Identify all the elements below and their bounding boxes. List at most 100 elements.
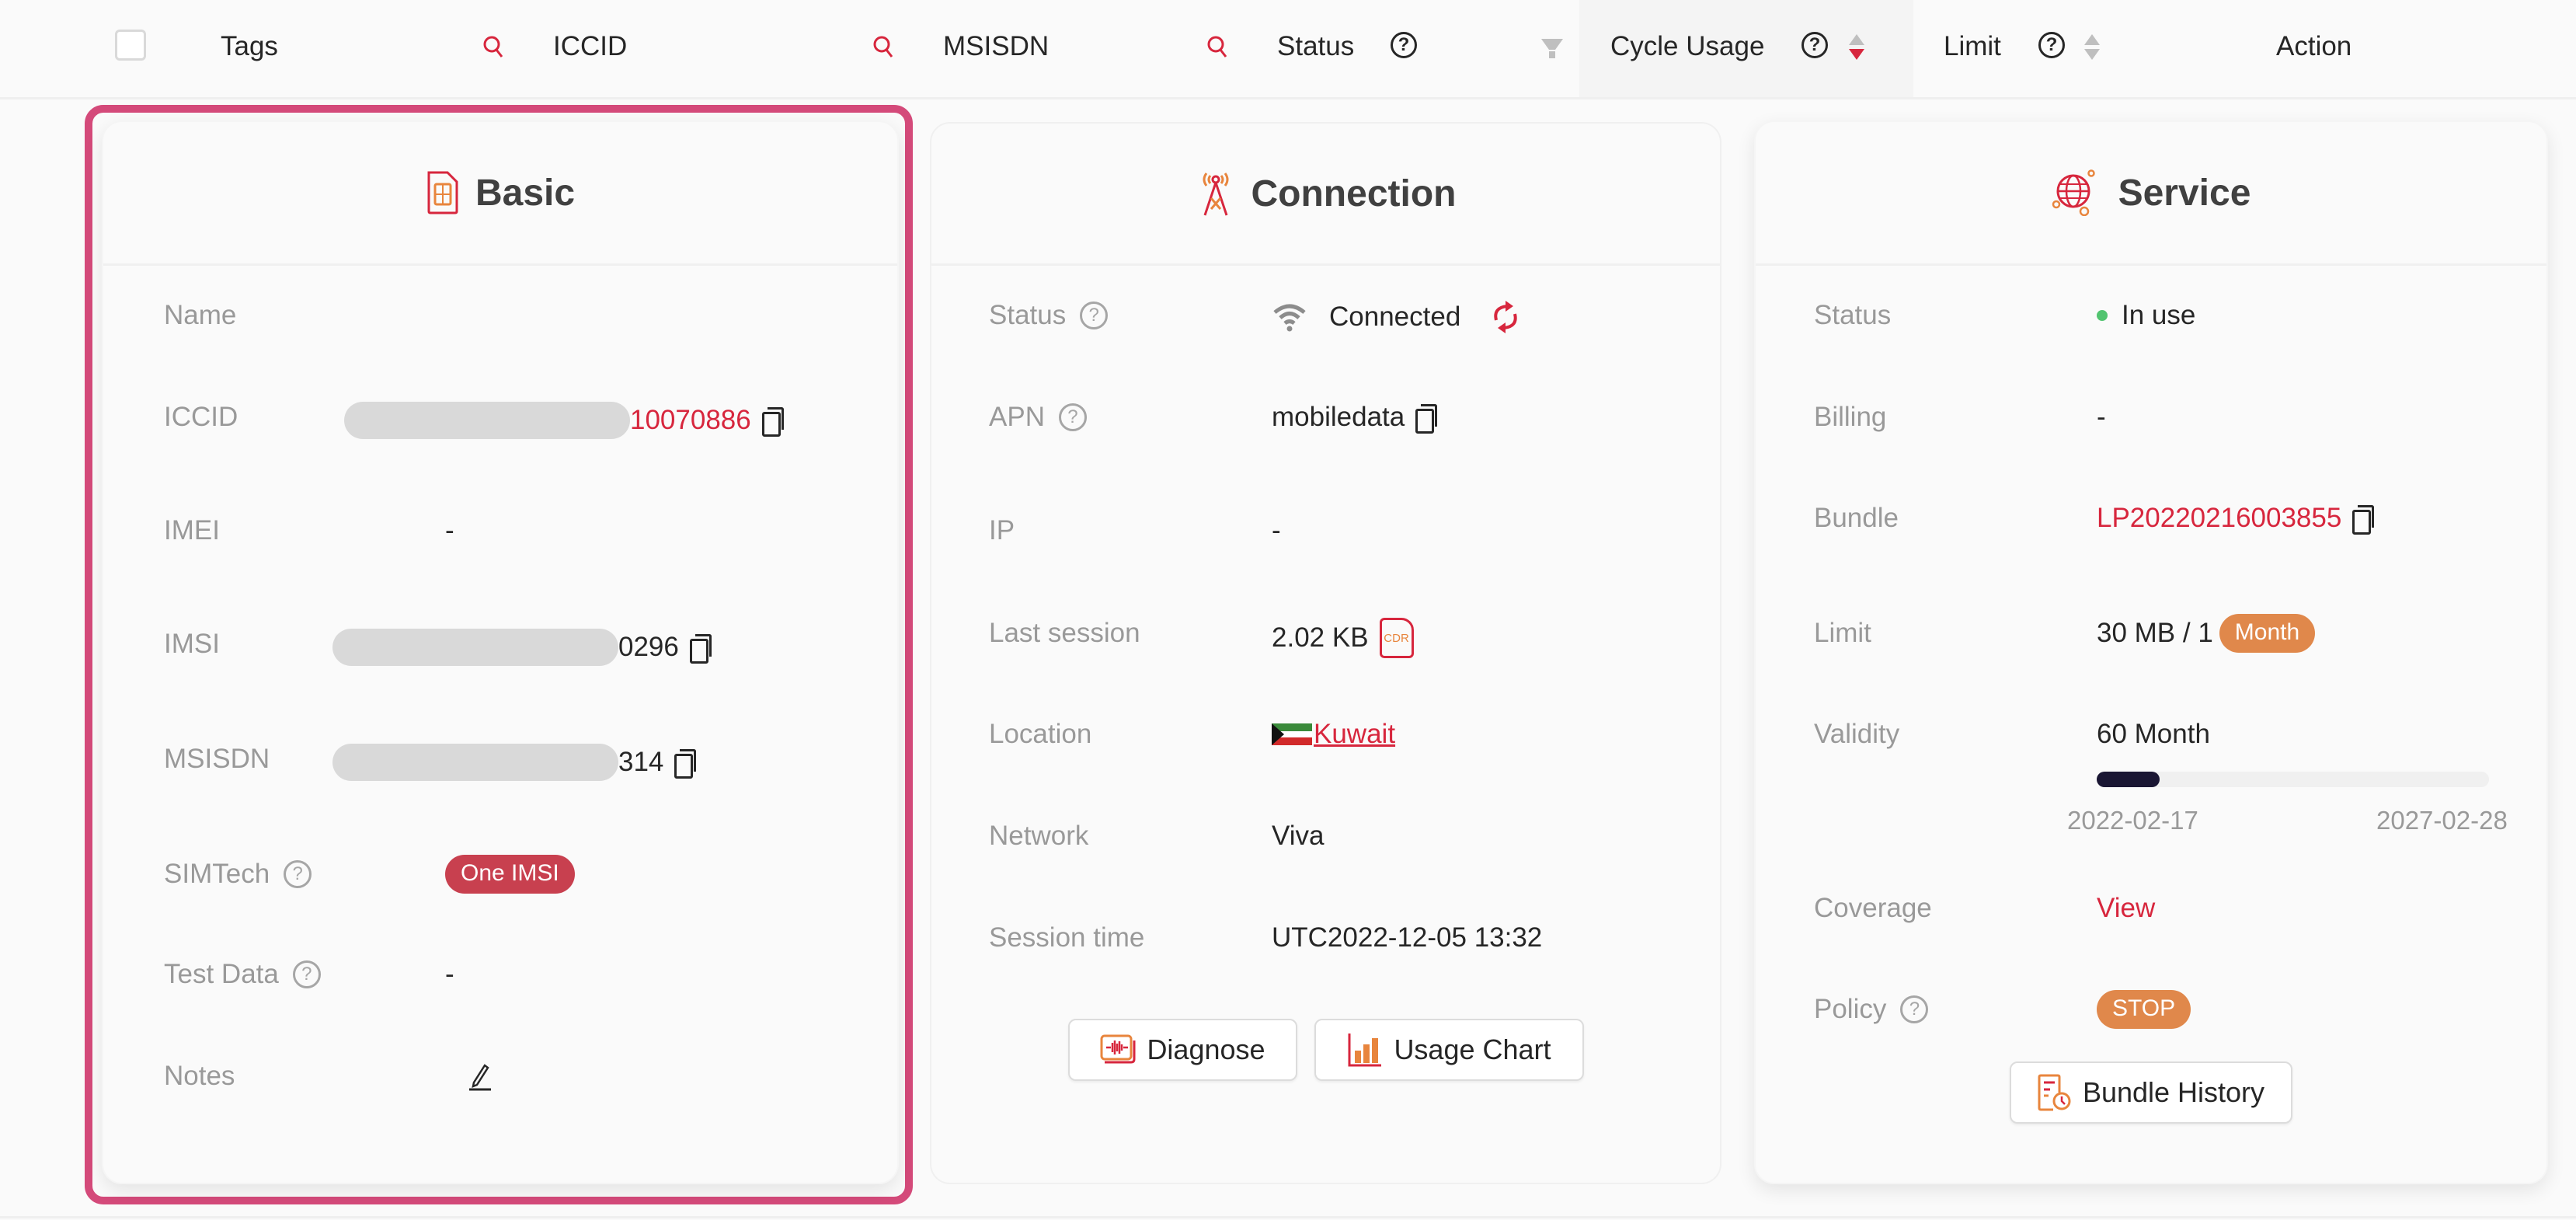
copy-icon[interactable] <box>1415 404 1438 434</box>
service-status-label: Status <box>1814 300 1892 330</box>
copy-icon[interactable] <box>674 749 697 779</box>
bundle-label: Bundle <box>1814 503 1899 533</box>
validity-start-date: 2022-02-17 <box>2067 806 2198 835</box>
cell-tower-icon <box>1203 173 1228 216</box>
search-icon[interactable] <box>870 33 898 61</box>
copy-icon[interactable] <box>689 634 712 664</box>
help-icon[interactable]: ? <box>292 960 321 988</box>
iccid-value: 10070886 <box>344 402 784 439</box>
location-label: Location <box>989 719 1092 749</box>
test-data-value: - <box>445 959 454 989</box>
validity-label: Validity <box>1814 719 1900 749</box>
imsi-value: 0296 <box>332 629 712 666</box>
simtech-value: One IMSI <box>445 855 575 894</box>
masked-value <box>332 629 618 666</box>
sort-icon[interactable] <box>1849 34 1866 62</box>
apn-text: mobiledata <box>1272 402 1405 432</box>
help-icon[interactable]: ? <box>1391 32 1417 58</box>
simtech-label-text: SIMTech <box>164 859 270 889</box>
session-time-label: Session time <box>989 922 1145 953</box>
sim-card-icon <box>427 171 458 214</box>
filter-icon[interactable] <box>1538 36 1566 64</box>
ip-value: - <box>1272 515 1281 546</box>
location-link[interactable]: Kuwait <box>1314 719 1395 750</box>
coverage-label: Coverage <box>1814 893 1932 923</box>
column-iccid[interactable]: ICCID <box>553 31 627 62</box>
column-action: Action <box>2276 31 2352 61</box>
help-icon[interactable]: ? <box>284 860 312 888</box>
column-limit[interactable]: Limit <box>1944 31 2001 62</box>
bundle-link[interactable]: LP20220216003855 <box>2097 503 2341 534</box>
edit-pencil-icon[interactable] <box>466 1061 494 1092</box>
connection-status-value: Connected <box>1272 300 1521 334</box>
limit-label: Limit <box>1814 618 1871 648</box>
limit-text: 30 MB / 1 <box>2097 618 2213 648</box>
policy-label-text: Policy <box>1814 994 1887 1024</box>
copy-icon[interactable] <box>761 407 784 437</box>
basic-card-header: Basic <box>103 122 897 266</box>
copy-icon[interactable] <box>2352 505 2375 535</box>
simtech-badge: One IMSI <box>445 855 575 894</box>
diagnose-button-label: Diagnose <box>1147 1034 1265 1065</box>
billing-label: Billing <box>1814 402 1887 432</box>
coverage-view-link[interactable]: View <box>2097 893 2155 924</box>
bundle-value: LP20220216003855 <box>2097 503 2375 535</box>
wifi-icon <box>1273 304 1306 332</box>
bundle-history-button[interactable]: Bundle History <box>2010 1061 2292 1124</box>
iccid-link[interactable]: 10070886 <box>630 405 751 436</box>
card-title: Service <box>2118 172 2251 214</box>
masked-value <box>344 402 630 439</box>
billing-value: - <box>2097 402 2106 432</box>
network-value: Viva <box>1272 821 1325 851</box>
help-icon[interactable]: ? <box>1058 403 1087 431</box>
imei-label: IMEI <box>164 515 220 546</box>
diagnose-icon <box>1100 1034 1136 1064</box>
network-label: Network <box>989 821 1089 851</box>
validity-value: 60 Month <box>2097 719 2210 749</box>
usage-chart-button[interactable]: Usage Chart <box>1314 1019 1584 1081</box>
sort-icon[interactable] <box>2084 34 2101 62</box>
search-icon[interactable] <box>480 33 508 61</box>
limit-value: 30 MB / 1 Month <box>2097 614 2316 653</box>
column-msisdn[interactable]: MSISDN <box>943 31 1049 62</box>
help-icon[interactable]: ? <box>1080 302 1109 329</box>
connection-card-header: Connection <box>931 124 1720 266</box>
refresh-icon[interactable] <box>1490 300 1521 334</box>
location-value: Kuwait <box>1272 719 1395 750</box>
validity-progress-bar <box>2097 772 2489 787</box>
last-session-text: 2.02 KB <box>1272 622 1369 653</box>
masked-value <box>332 744 618 781</box>
search-icon[interactable] <box>1204 33 1232 61</box>
bar-chart-icon <box>1348 1034 1382 1067</box>
help-icon[interactable]: ? <box>2038 32 2065 58</box>
bundle-history-button-label: Bundle History <box>2082 1076 2265 1108</box>
policy-badge: STOP <box>2097 990 2191 1029</box>
msisdn-text: 314 <box>618 747 664 777</box>
ip-label: IP <box>989 515 1015 546</box>
diagnose-button[interactable]: Diagnose <box>1068 1019 1297 1081</box>
test-data-label: Test Data ? <box>164 959 321 990</box>
help-icon[interactable]: ? <box>1801 32 1828 58</box>
service-status-value: In use <box>2097 300 2195 331</box>
service-status-text: In use <box>2122 300 2196 330</box>
validity-progress-fill <box>2097 772 2160 787</box>
column-cycle-usage[interactable]: Cycle Usage <box>1610 31 1764 62</box>
help-icon[interactable]: ? <box>1900 995 1929 1023</box>
simtech-label: SIMTech ? <box>164 859 312 890</box>
apn-label: APN ? <box>989 402 1087 433</box>
test-data-label-text: Test Data <box>164 959 279 989</box>
imsi-label: IMSI <box>164 629 220 659</box>
connection-status-label-text: Status <box>989 300 1067 330</box>
column-status[interactable]: Status <box>1277 31 1354 62</box>
cdr-icon[interactable]: CDR <box>1379 618 1414 658</box>
select-all-checkbox[interactable] <box>115 30 146 61</box>
apn-label-text: APN <box>989 402 1045 432</box>
status-dot <box>2097 310 2108 321</box>
bundle-history-icon <box>2038 1074 2071 1111</box>
kuwait-flag-icon <box>1272 723 1312 745</box>
iccid-label: ICCID <box>164 402 238 432</box>
name-label: Name <box>164 300 237 330</box>
session-time-value: UTC2022-12-05 13:32 <box>1272 922 1543 953</box>
column-tags[interactable]: Tags <box>221 31 278 62</box>
connection-status-text: Connected <box>1329 302 1461 332</box>
